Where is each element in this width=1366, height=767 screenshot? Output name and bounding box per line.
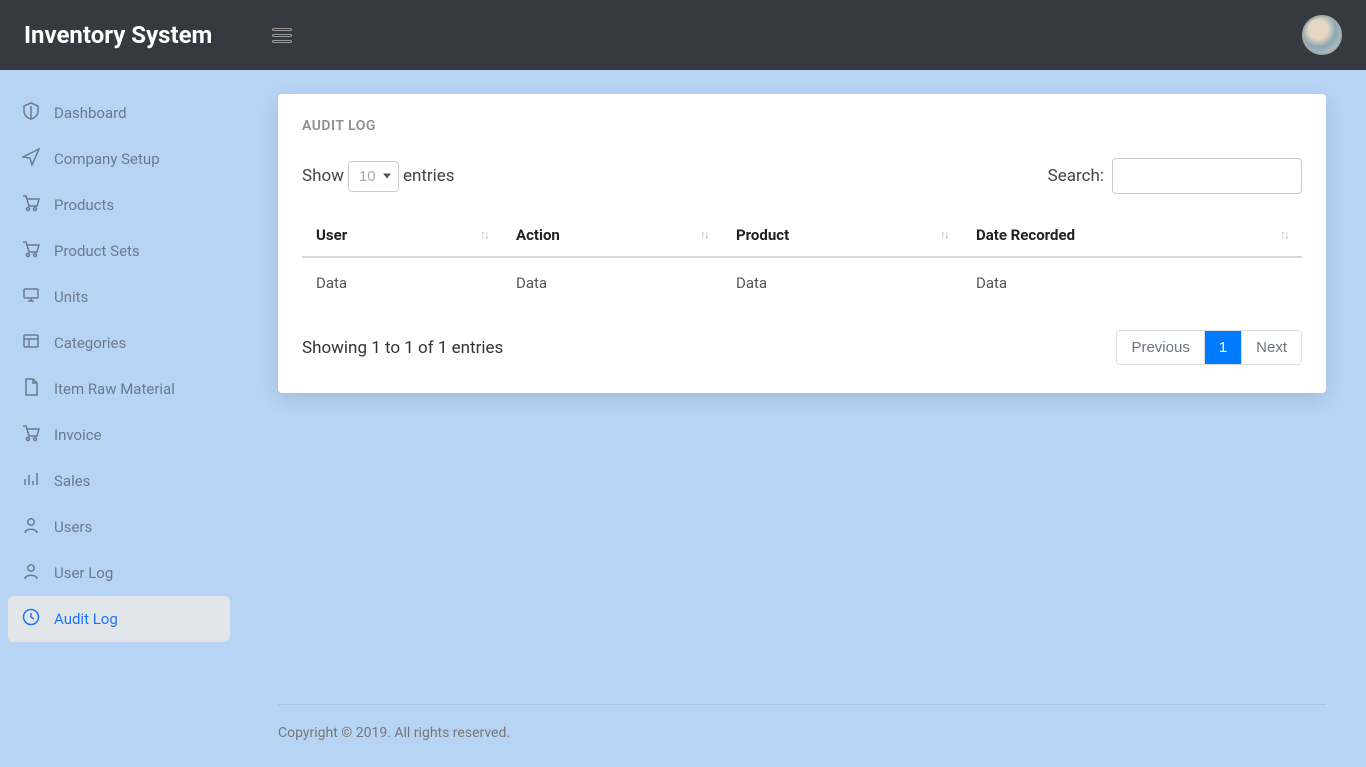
col-action-label: Action — [516, 226, 560, 244]
page-title: AUDIT LOG — [302, 118, 1302, 134]
sidebar-item-audit-log[interactable]: Audit Log — [8, 596, 230, 642]
col-action[interactable]: Action ↑↓ — [502, 214, 722, 257]
col-product[interactable]: Product ↑↓ — [722, 214, 962, 257]
length-control: Show 10 entries — [302, 161, 455, 192]
bars-icon — [22, 470, 40, 492]
pagination-prev[interactable]: Previous — [1117, 331, 1203, 364]
sidebar-item-label: User Log — [54, 564, 113, 582]
search-label: Search: — [1048, 166, 1104, 186]
sort-icon: ↑↓ — [940, 232, 948, 239]
search-control: Search: — [1048, 158, 1302, 194]
sidebar-item-products[interactable]: Products — [8, 182, 230, 228]
sidebar-item-label: Categories — [54, 334, 126, 352]
col-user-label: User — [316, 226, 347, 244]
main: AUDIT LOG Show 10 entries Search: — [238, 70, 1366, 767]
card-audit-log: AUDIT LOG Show 10 entries Search: — [278, 94, 1326, 393]
sidebar-item-label: Item Raw Material — [54, 380, 175, 398]
user-icon — [22, 562, 40, 584]
topbar: Inventory System — [0, 0, 1366, 70]
sidebar: Dashboard Company Setup Products Product Se… — [0, 70, 238, 767]
sidebar-item-users[interactable]: Users — [8, 504, 230, 550]
table-controls: Show 10 entries Search: — [302, 158, 1302, 194]
table-header-row: User ↑↓ Action ↑↓ Product ↑↓ Date Reco — [302, 214, 1302, 257]
topbar-left: Inventory System — [24, 21, 292, 49]
sidebar-item-label: Users — [54, 518, 92, 536]
file-icon — [22, 378, 40, 400]
brand-title: Inventory System — [24, 21, 212, 49]
pagination: Previous 1 Next — [1116, 330, 1302, 365]
layout-icon — [22, 332, 40, 354]
sidebar-item-user-log[interactable]: User Log — [8, 550, 230, 596]
sidebar-item-label: Dashboard — [54, 104, 127, 122]
menu-toggle-icon[interactable] — [272, 28, 292, 43]
sidebar-item-sales[interactable]: Sales — [8, 458, 230, 504]
avatar[interactable] — [1302, 15, 1342, 55]
table-row: DataDataDataData — [302, 257, 1302, 308]
pagination-page-1[interactable]: 1 — [1204, 331, 1241, 364]
monitor-icon — [22, 286, 40, 308]
audit-table: User ↑↓ Action ↑↓ Product ↑↓ Date Reco — [302, 214, 1302, 308]
sidebar-item-company-setup[interactable]: Company Setup — [8, 136, 230, 182]
cart-icon — [22, 424, 40, 446]
col-date-label: Date Recorded — [976, 226, 1075, 244]
send-icon — [22, 148, 40, 170]
sidebar-item-label: Products — [54, 196, 114, 214]
sidebar-item-label: Units — [54, 288, 88, 306]
cart-icon — [22, 194, 40, 216]
table-footer: Showing 1 to 1 of 1 entries Previous 1 N… — [302, 330, 1302, 365]
clock-icon — [22, 608, 40, 630]
sidebar-item-label: Invoice — [54, 426, 102, 444]
footer: Copyright © 2019. All rights reserved. — [278, 704, 1326, 767]
sidebar-item-invoice[interactable]: Invoice — [8, 412, 230, 458]
cell-action: Data — [502, 257, 722, 308]
sidebar-item-categories[interactable]: Categories — [8, 320, 230, 366]
show-label-prefix: Show — [302, 166, 344, 186]
col-product-label: Product — [736, 226, 789, 244]
cell-user: Data — [302, 257, 502, 308]
user-icon — [22, 516, 40, 538]
sidebar-item-label: Company Setup — [54, 150, 160, 168]
shield-icon — [22, 102, 40, 124]
entries-select-wrap: 10 — [348, 161, 399, 192]
table-info: Showing 1 to 1 of 1 entries — [302, 338, 503, 358]
search-input[interactable] — [1112, 158, 1302, 194]
sort-icon: ↑↓ — [480, 232, 488, 239]
cell-date: Data — [962, 257, 1302, 308]
entries-select[interactable]: 10 — [348, 161, 399, 192]
sidebar-item-label: Audit Log — [54, 610, 118, 628]
sort-icon: ↑↓ — [1280, 232, 1288, 239]
sort-icon: ↑↓ — [700, 232, 708, 239]
sidebar-item-dashboard[interactable]: Dashboard — [8, 90, 230, 136]
col-user[interactable]: User ↑↓ — [302, 214, 502, 257]
sidebar-item-item-raw-material[interactable]: Item Raw Material — [8, 366, 230, 412]
pagination-next[interactable]: Next — [1241, 331, 1301, 364]
cell-product: Data — [722, 257, 962, 308]
sidebar-item-product-sets[interactable]: Product Sets — [8, 228, 230, 274]
sidebar-item-units[interactable]: Units — [8, 274, 230, 320]
sidebar-item-label: Product Sets — [54, 242, 140, 260]
show-label-suffix: entries — [403, 166, 455, 186]
sidebar-item-label: Sales — [54, 472, 90, 490]
cart-icon — [22, 240, 40, 262]
col-date[interactable]: Date Recorded ↑↓ — [962, 214, 1302, 257]
